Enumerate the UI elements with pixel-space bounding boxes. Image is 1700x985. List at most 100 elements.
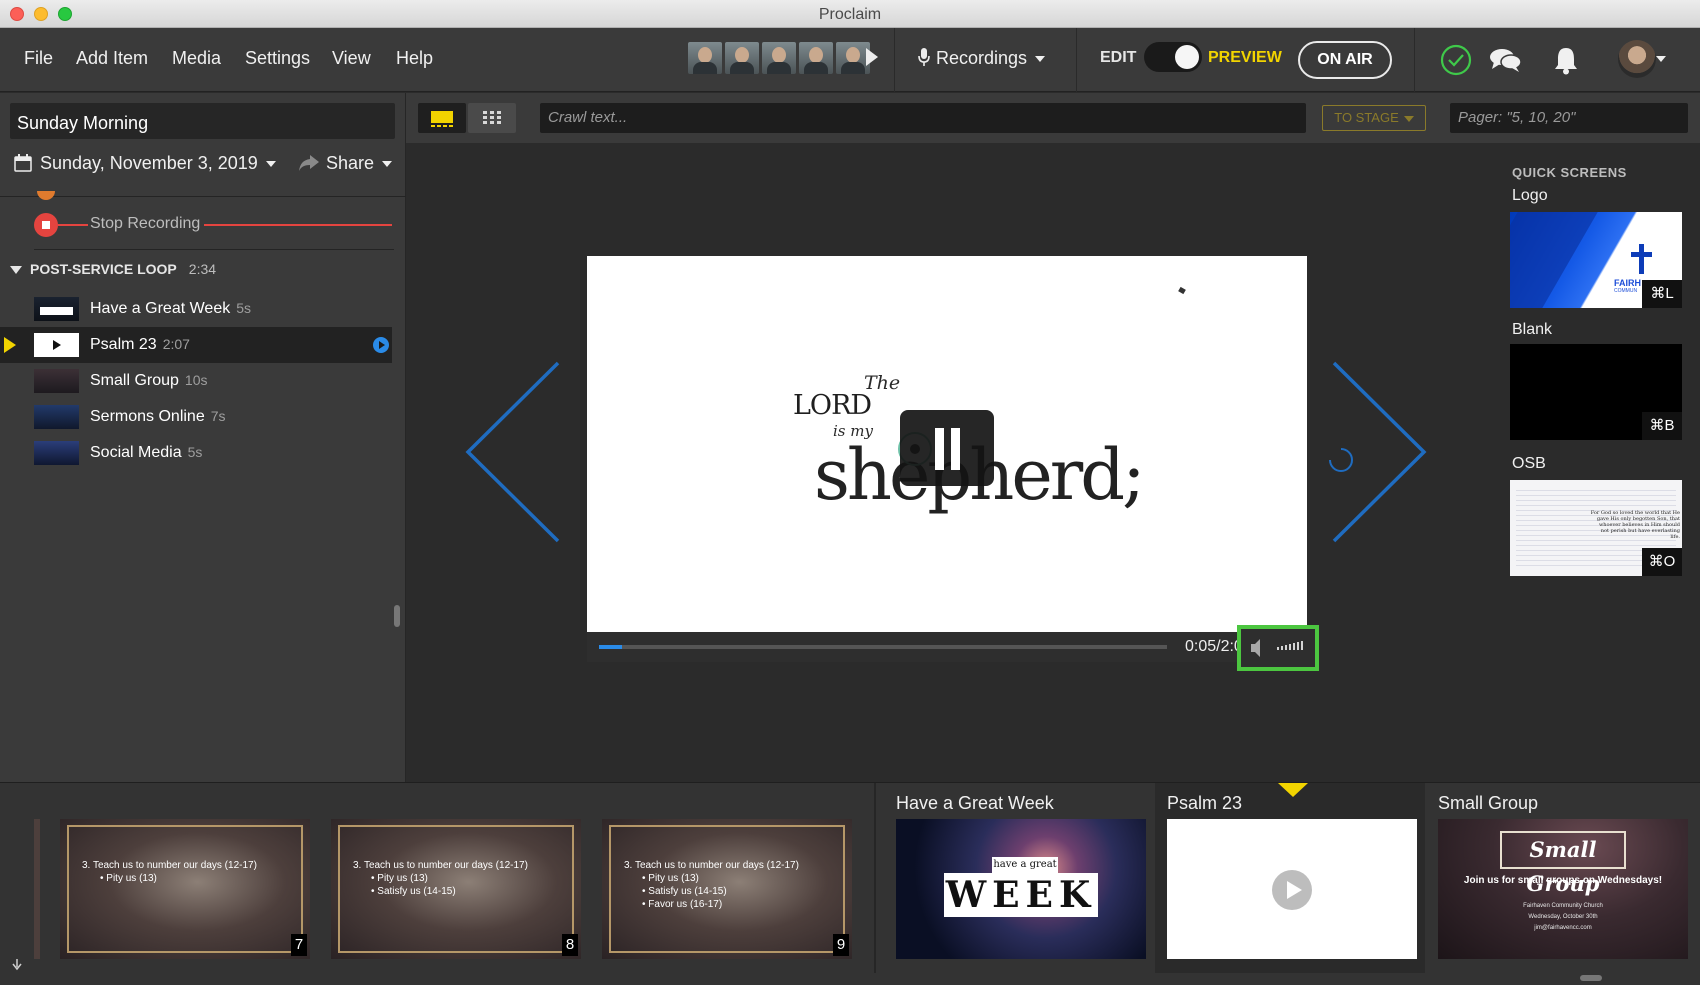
- slide-bullet: • Pity us (13): [371, 873, 428, 884]
- volume-icon[interactable]: [1241, 629, 1315, 667]
- strip-item-card[interactable]: Small Group Small Group Join us for smal…: [1426, 783, 1696, 973]
- slide-frame: [67, 825, 303, 953]
- slide-number: 7: [291, 934, 307, 956]
- single-view-button[interactable]: [418, 103, 466, 133]
- item-duration: 7s: [210, 408, 226, 424]
- edit-preview-toggle[interactable]: [1144, 42, 1202, 72]
- playback-time: 0:05/2:0: [1185, 638, 1243, 655]
- strip-item-card[interactable]: Have a Great Week have a great WEEK: [884, 783, 1154, 973]
- item-duration: 2:07: [162, 336, 190, 352]
- slide-bullet: • Pity us (13): [642, 873, 699, 884]
- loading-spinner-icon: [1329, 448, 1353, 472]
- service-name-field[interactable]: Sunday Morning: [10, 103, 395, 139]
- crawl-text-input[interactable]: Crawl text...: [540, 103, 1306, 133]
- quick-screen-osb[interactable]: For God so loved the world that He gave …: [1510, 480, 1682, 576]
- chevron-down-icon: [1403, 115, 1414, 122]
- menu-view[interactable]: View: [332, 48, 371, 69]
- current-item-marker-icon: [4, 337, 16, 353]
- menu-add-item[interactable]: Add Item: [76, 48, 148, 69]
- small-group-subtitle: Join us for small groups on Wednesdays!: [1463, 875, 1663, 886]
- chevron-down-icon: [1035, 56, 1046, 63]
- divider: [0, 196, 406, 197]
- slide-thumbnail[interactable]: 3. Teach us to number our days (12-17) •…: [60, 819, 310, 959]
- chevron-down-icon[interactable]: [1656, 56, 1666, 62]
- pager-input[interactable]: Pager: "5, 10, 20": [1450, 103, 1688, 133]
- camera-feed-4[interactable]: [799, 42, 833, 74]
- grid-view-button[interactable]: [468, 103, 516, 133]
- share-button[interactable]: Share: [298, 153, 393, 174]
- menu-help[interactable]: Help: [396, 48, 433, 69]
- service-item[interactable]: Sermons Online 7s: [0, 399, 392, 435]
- stage-preview[interactable]: The LORD is my shepherd;: [587, 256, 1307, 632]
- chevron-down-icon: [382, 161, 393, 168]
- title-bar: Proclaim: [0, 0, 1700, 28]
- slide-heading: 3. Teach us to number our days (12-17): [624, 860, 799, 871]
- share-arrow-icon: [299, 155, 319, 171]
- recordings-dropdown[interactable]: Recordings: [918, 48, 1046, 69]
- divider: [34, 249, 394, 250]
- status-check-icon[interactable]: [1436, 40, 1476, 80]
- grid-icon: [483, 111, 501, 124]
- stop-recording-icon[interactable]: [34, 213, 58, 237]
- camera-feed-2[interactable]: [725, 42, 759, 74]
- service-item-selected[interactable]: Psalm 23 2:07: [0, 327, 392, 363]
- slide-thumbnail[interactable]: 3. Teach us to number our days (12-17) •…: [602, 819, 852, 959]
- slide-text: 3. Teach us to number our days (12-17) •…: [353, 859, 528, 898]
- camera-feed-1[interactable]: [688, 42, 722, 74]
- item-duration: 10s: [184, 372, 208, 388]
- strip-item-title: Psalm 23: [1167, 793, 1243, 813]
- item-duration: 5s: [236, 300, 252, 316]
- disclosure-triangle-icon[interactable]: [10, 266, 22, 274]
- slide-bullet-text: Satisfy us (14-15): [648, 886, 727, 897]
- strip-item-thumbnail: have a great WEEK: [896, 819, 1146, 959]
- quick-screens-header: QUICK SCREENS: [1512, 165, 1627, 180]
- item-thumbnail: [34, 441, 79, 465]
- pause-button[interactable]: [900, 410, 994, 486]
- quick-screen-name: OSB: [1512, 455, 1546, 472]
- playing-indicator-icon[interactable]: [372, 336, 390, 354]
- slide-thumbnail-partial[interactable]: [34, 819, 40, 959]
- section-header[interactable]: POST-SERVICE LOOP 2:34: [10, 261, 216, 277]
- stop-recording-row[interactable]: Stop Recording: [34, 213, 394, 237]
- slide-view-icon: [431, 111, 453, 127]
- chat-icon[interactable]: [1486, 40, 1526, 80]
- service-item[interactable]: Have a Great Week 5s: [0, 291, 392, 327]
- service-item[interactable]: Social Media 5s: [0, 435, 392, 471]
- slide-bullet: • Pity us (13): [100, 873, 157, 884]
- small-group-date: Wednesday, October 30th: [1528, 914, 1598, 920]
- menu-settings[interactable]: Settings: [245, 48, 310, 69]
- toolbar-divider: [1414, 28, 1415, 92]
- logo-text: FAIRH: [1614, 278, 1641, 288]
- service-date-picker[interactable]: Sunday, November 3, 2019: [14, 153, 276, 174]
- small-group-church: Fairhaven Community Church: [1523, 903, 1603, 909]
- seek-track[interactable]: [599, 645, 1167, 649]
- strip-item-card-selected[interactable]: Psalm 23: [1155, 783, 1425, 973]
- volume-control[interactable]: [1237, 625, 1319, 671]
- item-thumbnail: [34, 297, 79, 321]
- slide-bullet: • Favor us (16-17): [642, 899, 723, 910]
- strip-scrollbar-thumb[interactable]: [1580, 975, 1602, 981]
- on-air-button[interactable]: ON AIR: [1298, 41, 1392, 79]
- quick-screen-blank[interactable]: ⌘B: [1510, 344, 1682, 440]
- service-item[interactable]: Small Group 10s: [0, 363, 392, 399]
- scrollbar-thumb[interactable]: [394, 605, 400, 627]
- menu-file[interactable]: File: [24, 48, 53, 69]
- camera-feed-5[interactable]: [836, 42, 870, 74]
- video-play-icon[interactable]: [1271, 869, 1313, 911]
- shortcut-badge: ⌘O: [1642, 548, 1682, 576]
- slide-bullet-text: Pity us (13): [377, 873, 428, 884]
- previous-slide-chevron-icon[interactable]: [462, 359, 562, 545]
- play-arrow-icon[interactable]: [866, 48, 878, 66]
- toolbar-divider: [1076, 28, 1077, 92]
- slide-thumbnail[interactable]: 3. Teach us to number our days (12-17) •…: [331, 819, 581, 959]
- quick-screen-logo[interactable]: FAIRH COMMUN ⌘L: [1510, 212, 1682, 308]
- slide-text: 3. Teach us to number our days (12-17) •…: [624, 859, 799, 911]
- slide-text: 3. Teach us to number our days (12-17) •…: [82, 859, 257, 885]
- to-stage-button[interactable]: TO STAGE: [1322, 105, 1426, 131]
- user-avatar[interactable]: [1618, 40, 1656, 78]
- menu-media[interactable]: Media: [172, 48, 221, 69]
- camera-feed-3[interactable]: [762, 42, 796, 74]
- strip-item-thumbnail: Small Group Join us for small groups on …: [1438, 819, 1688, 959]
- notifications-bell-icon[interactable]: [1546, 40, 1586, 80]
- scroll-down-arrow-icon[interactable]: [12, 959, 22, 971]
